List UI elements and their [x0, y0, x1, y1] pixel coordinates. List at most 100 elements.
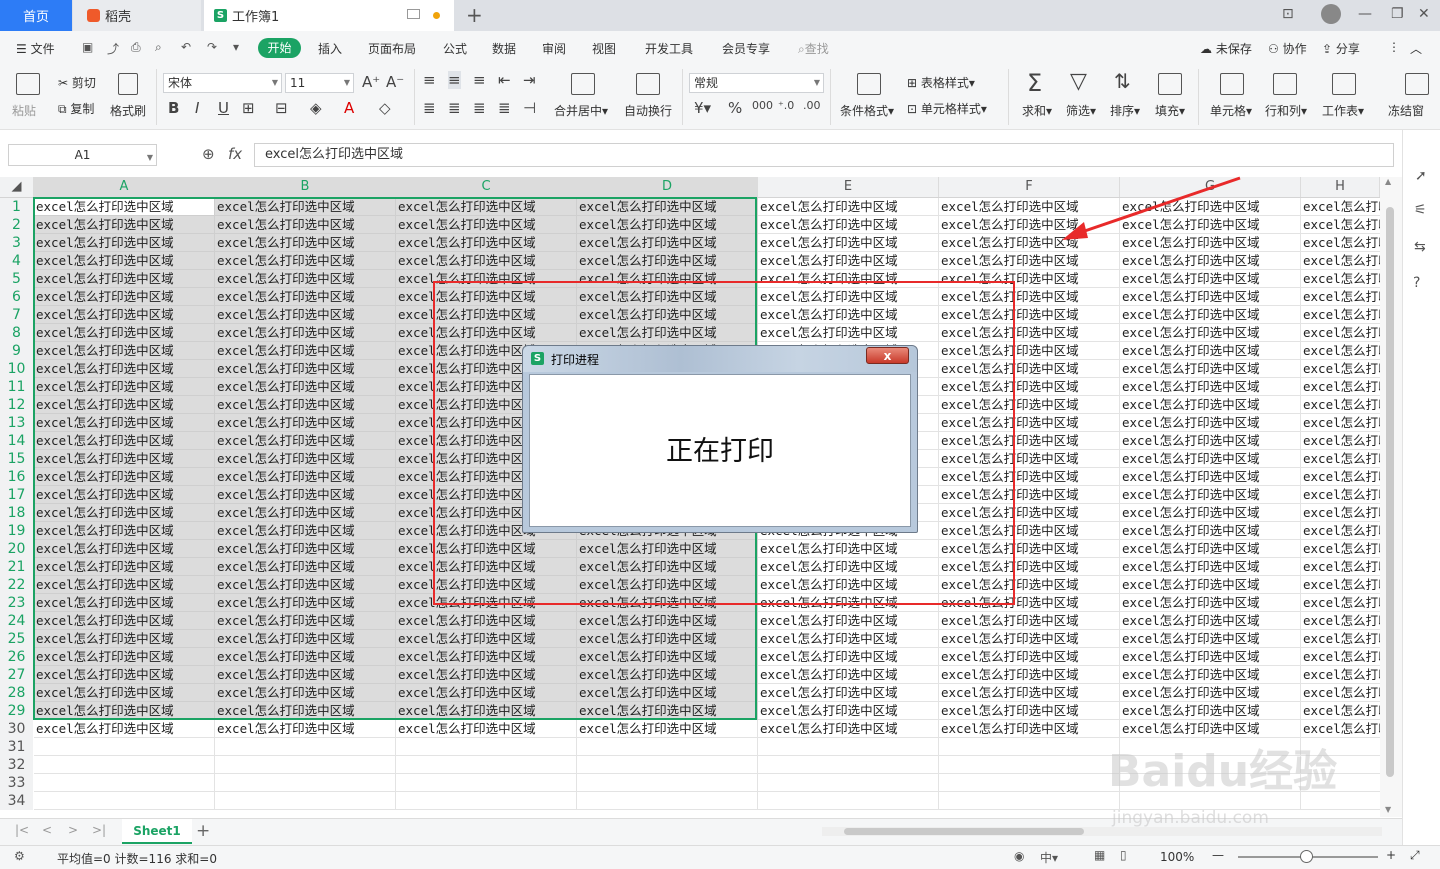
cell[interactable]: excel怎么打印选中区域 [215, 576, 396, 594]
cell[interactable]: excel怎么打印选中区域 [215, 630, 396, 648]
cell[interactable]: excel怎么打印选中区域 [215, 594, 396, 612]
cell[interactable]: excel怎么打印选中区域 [758, 666, 939, 684]
cell[interactable]: excel怎么打印选中区域 [34, 234, 215, 252]
cell[interactable]: excel怎么打印选中区域 [215, 486, 396, 504]
cell[interactable]: excel怎么打印选中区域 [34, 612, 215, 630]
zoom-slider-handle[interactable] [1300, 850, 1313, 863]
cell[interactable]: excel怎么打印选中区域 [1120, 630, 1301, 648]
cell[interactable]: excel怎么打印选中区域 [215, 378, 396, 396]
fullscreen-icon[interactable]: ⤢ [1410, 848, 1420, 863]
cell[interactable]: excel怎么打印选中区域 [939, 666, 1120, 684]
unsaved-button[interactable]: ☁ 未保存 [1200, 40, 1252, 57]
align-middle-icon[interactable]: ≡ [448, 71, 461, 89]
worksheet-icon[interactable] [1332, 73, 1356, 95]
cell[interactable]: excel怎么打印选中区域 [1301, 324, 1380, 342]
cell[interactable]: excel怎么打印选中区域 [215, 558, 396, 576]
cell[interactable]: excel怎么打印选中区域 [396, 684, 577, 702]
cell[interactable]: excel怎么打印选中区域 [1120, 288, 1301, 306]
formula-input[interactable]: excel怎么打印选中区域 [254, 143, 1394, 167]
cell[interactable]: excel怎么打印选中区域 [1120, 396, 1301, 414]
percent-icon[interactable]: % [728, 99, 742, 117]
cut-button[interactable]: ✂ 剪切 [58, 74, 96, 91]
cell[interactable]: excel怎么打印选中区域 [34, 432, 215, 450]
cell[interactable]: excel怎么打印选中区域 [215, 252, 396, 270]
cell[interactable]: excel怎么打印选中区域 [215, 450, 396, 468]
row-header[interactable]: 5 [0, 270, 33, 288]
input-method-icon[interactable]: 中▾ [1040, 849, 1058, 866]
cell[interactable]: excel怎么打印选中区域 [34, 396, 215, 414]
cell[interactable]: excel怎么打印选中区域 [939, 594, 1120, 612]
help-icon[interactable]: ? [1413, 275, 1420, 291]
scroll-down-icon[interactable]: ▼ [1385, 805, 1391, 814]
cell[interactable]: excel怎么打印选中区域 [939, 558, 1120, 576]
column-header-h[interactable]: H [1301, 177, 1380, 197]
freeze-button[interactable]: 冻结窗 [1388, 102, 1424, 119]
vertical-scrollbar[interactable]: ▲ ▼ [1380, 177, 1402, 817]
row-header[interactable]: 15 [0, 450, 33, 468]
add-sheet-icon[interactable]: + [196, 821, 210, 841]
cell[interactable]: excel怎么打印选中区域 [577, 684, 758, 702]
cell[interactable]: excel怎么打印选中区域 [758, 594, 939, 612]
cell[interactable]: excel怎么打印选中区域 [34, 540, 215, 558]
cell[interactable]: excel怎么打印选中区域 [1120, 432, 1301, 450]
freeze-icon[interactable] [1405, 73, 1429, 95]
cell[interactable]: excel怎么打印选中区域 [1301, 684, 1380, 702]
column-header-b[interactable]: B [215, 177, 396, 197]
cell-button[interactable]: 单元格▾ [1210, 102, 1252, 119]
cell[interactable]: excel怎么打印选中区域 [34, 504, 215, 522]
filter-button[interactable]: 筛选▾ [1066, 102, 1096, 119]
share-button[interactable]: ⇪ 分享 [1322, 40, 1360, 57]
row-col-button[interactable]: 行和列▾ [1265, 102, 1307, 119]
cell[interactable]: excel怎么打印选中区域 [1301, 594, 1380, 612]
cell[interactable]: excel怎么打印选中区域 [396, 594, 577, 612]
cell-style-button[interactable]: ⊡ 单元格样式▾ [907, 100, 987, 117]
avatar[interactable] [1321, 4, 1341, 24]
row-header[interactable]: 17 [0, 486, 33, 504]
row-header[interactable]: 20 [0, 540, 33, 558]
cell[interactable]: excel怎么打印选中区域 [939, 720, 1120, 738]
cell[interactable]: excel怎么打印选中区域 [1301, 612, 1380, 630]
thousands-icon[interactable]: 000 [752, 99, 773, 112]
cell[interactable]: excel怎么打印选中区域 [758, 540, 939, 558]
cell[interactable]: excel怎么打印选中区域 [34, 630, 215, 648]
cell[interactable]: excel怎么打印选中区域 [939, 486, 1120, 504]
cell[interactable]: excel怎么打印选中区域 [1301, 414, 1380, 432]
more-quick-icon[interactable]: ▾ [233, 40, 247, 54]
table-style-button[interactable]: ⊞ 表格样式▾ [907, 74, 975, 91]
wrap-text-button[interactable]: 自动换行 [624, 102, 672, 119]
cell[interactable]: excel怎么打印选中区域 [758, 198, 939, 216]
sum-icon[interactable]: Σ [1027, 69, 1042, 97]
sum-button[interactable]: 求和▾ [1022, 102, 1052, 119]
name-box[interactable]: A1 ▼ [8, 144, 157, 166]
cell[interactable]: excel怎么打印选中区域 [215, 666, 396, 684]
cond-format-icon[interactable] [857, 73, 881, 95]
tab-home[interactable]: 首页 [0, 0, 72, 31]
preview-icon[interactable]: ⌕ [155, 40, 169, 54]
cell[interactable]: excel怎么打印选中区域 [1120, 324, 1301, 342]
cell[interactable]: excel怎么打印选中区域 [1301, 486, 1380, 504]
cell[interactable]: excel怎么打印选中区域 [1301, 360, 1380, 378]
cell[interactable]: excel怎么打印选中区域 [939, 612, 1120, 630]
row-header[interactable]: 16 [0, 468, 33, 486]
cell[interactable]: excel怎么打印选中区域 [577, 234, 758, 252]
redo-icon[interactable]: ↷ [207, 40, 221, 54]
menu-review[interactable]: 审阅 [542, 40, 566, 57]
cell[interactable]: excel怎么打印选中区域 [939, 288, 1120, 306]
zoom-icon[interactable]: ⊕ [202, 145, 215, 163]
fx-icon[interactable]: fx [228, 145, 242, 163]
cell[interactable] [939, 738, 1120, 756]
save-icon[interactable]: ▣ [82, 40, 96, 54]
cell[interactable] [34, 774, 215, 792]
cell[interactable]: excel怎么打印选中区域 [396, 720, 577, 738]
cell[interactable]: excel怎么打印选中区域 [34, 198, 215, 216]
scroll-up-icon[interactable]: ▲ [1385, 177, 1391, 186]
cell[interactable]: excel怎么打印选中区域 [215, 468, 396, 486]
cell[interactable]: excel怎么打印选中区域 [758, 612, 939, 630]
cell[interactable]: excel怎么打印选中区域 [34, 324, 215, 342]
cell[interactable]: excel怎么打印选中区域 [577, 666, 758, 684]
cell[interactable]: excel怎么打印选中区域 [215, 216, 396, 234]
cell[interactable]: excel怎么打印选中区域 [1120, 414, 1301, 432]
cell[interactable]: excel怎么打印选中区域 [396, 234, 577, 252]
cell[interactable]: excel怎么打印选中区域 [577, 270, 758, 288]
cell[interactable]: excel怎么打印选中区域 [577, 720, 758, 738]
